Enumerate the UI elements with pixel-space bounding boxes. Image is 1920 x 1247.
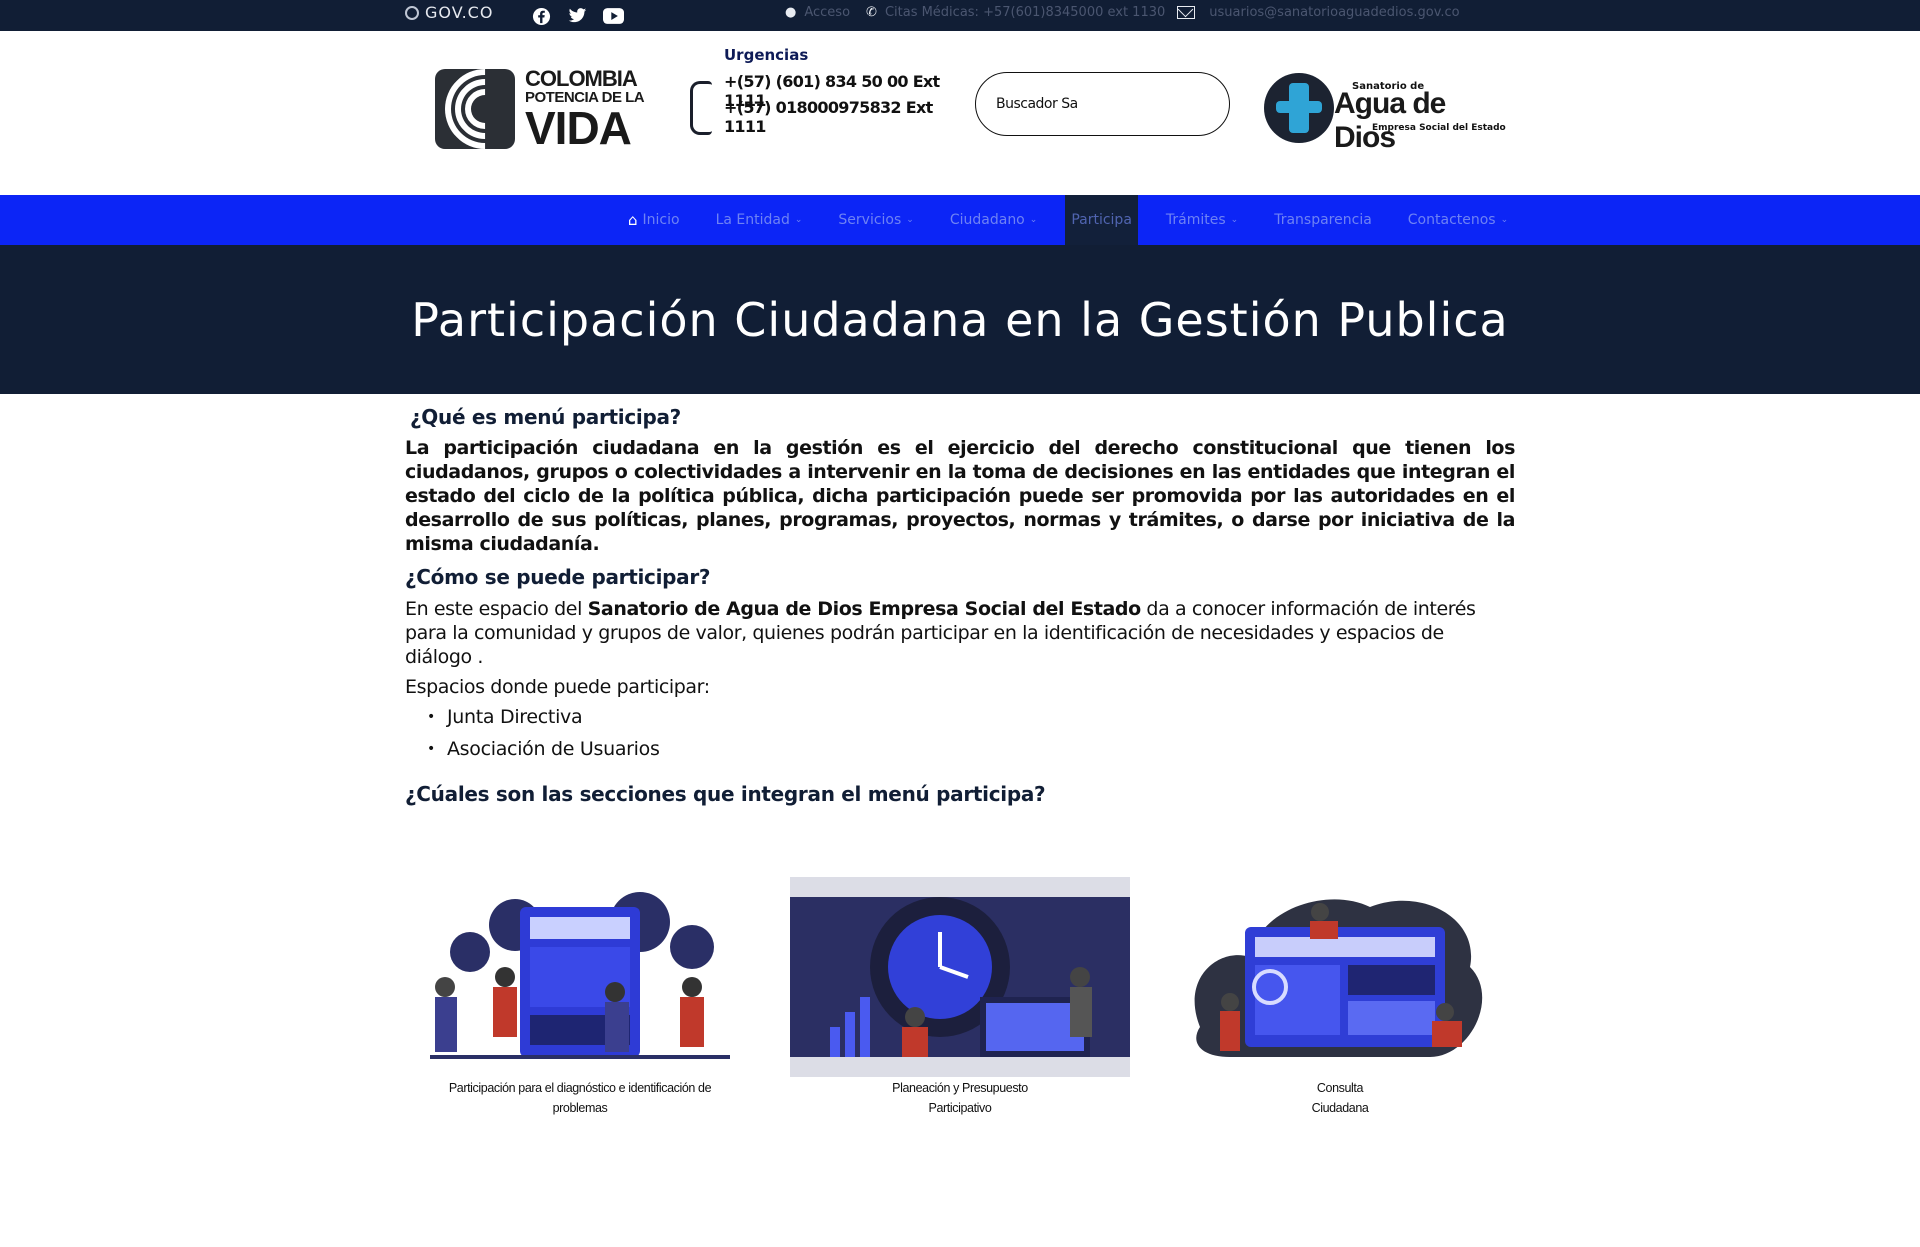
espacios-list: Junta Directiva Asociación de Usuarios [427,706,660,770]
nav-item-ciudadano[interactable]: Ciudadano ⌄ [932,195,1055,245]
social-links [530,5,624,27]
card-diagnostico[interactable]: Participación para el diagnóstico e iden… [410,877,750,1122]
main-nav: ⌂ Inicio La Entidad ⌄ Servicios ⌄ Ciudad… [0,195,1920,245]
colombia-logo-line1: COLOMBIA [525,65,638,91]
nav-label-la-entidad: La Entidad [715,212,790,228]
planeacion-illustration [790,877,1130,1077]
mail-icon [1177,6,1196,19]
nav-label-participa: Participa [1071,212,1132,228]
twitter-icon[interactable] [566,5,588,27]
youtube-icon[interactable] [602,5,624,27]
intro-paragraph: La participación ciudadana en la gestión… [405,437,1515,555]
card-caption: Participación para el diagnóstico e iden… [448,1081,712,1115]
nav-item-tramites[interactable]: Trámites ⌄ [1148,195,1256,245]
search-input[interactable] [996,96,1086,112]
chevron-down-icon: ⌄ [1500,215,1509,225]
nav-label-inicio: Inicio [642,212,680,228]
chevron-down-icon: ⌄ [1230,215,1239,225]
sanatorio-logo[interactable]: Sanatorio de Agua de Dios Empresa Social… [1262,71,1512,154]
question-secciones: ¿Cúales son las secciones que integran e… [405,782,1046,806]
page-hero: Participación Ciudadana en la Gestión Pu… [0,245,1920,394]
list-item[interactable]: Junta Directiva [427,706,660,738]
urgencias-title: Urgencias [724,46,809,64]
colombia-logo-mark-icon [435,69,515,149]
search-box [975,72,1230,136]
govco-label: GOV.CO [425,3,494,22]
home-icon: ⌂ [628,211,638,229]
citas-text: Citas Médicas: +57(601)8345000 ext 1130 [884,5,1166,20]
espacios-heading: Espacios donde puede participar: [405,676,710,698]
nav-label-transparencia: Transparencia [1274,212,1372,228]
top-links: ● Acceso ✆ Citas Médicas: +57(601)834500… [785,5,1460,20]
card-planeacion[interactable]: Planeación y Presupuesto Participativo [790,877,1130,1122]
nav-item-participa[interactable]: Participa [1065,195,1138,245]
chevron-down-icon: ⌄ [906,215,914,225]
card-caption: Planeación y Presupuesto Participativo [892,1081,1028,1115]
phone-handset-icon [690,81,712,135]
chevron-down-icon: ⌄ [794,215,803,225]
access-link[interactable]: Acceso [804,5,850,20]
question-como-participar: ¿Cómo se puede participar? [405,565,711,589]
nav-item-inicio[interactable]: ⌂ Inicio [610,195,698,245]
card-caption: Consulta Ciudadana [1311,1081,1369,1115]
diagnostico-illustration [430,892,730,1059]
nav-label-contactenos: Contactenos [1407,212,1496,228]
chevron-down-icon: ⌄ [1029,215,1038,225]
consulta-illustration [1194,899,1483,1057]
sanatorio-logo-line2: Agua de Dios [1334,87,1446,154]
nav-item-contactenos[interactable]: Contactenos ⌄ [1390,195,1526,245]
sanatorio-logo-line3: Empresa Social del Estado [1372,123,1506,133]
page-title: Participación Ciudadana en la Gestión Pu… [411,293,1509,347]
card-consulta[interactable]: Consulta Ciudadana [1170,877,1510,1122]
question-que-es: ¿Qué es menú participa? [410,405,681,429]
phone-icon: ✆ [866,5,877,20]
govco-seal-icon [405,5,419,20]
participation-paragraph: En este espacio del Sanatorio de Agua de… [405,598,1476,668]
colombia-logo-line3: VIDA [525,101,632,154]
gov-topbar: GOV.CO ● Acceso ✆ Citas Médicas: +57(601… [0,0,1920,31]
nav-item-transparencia[interactable]: Transparencia [1256,195,1390,245]
email-link[interactable]: usuarios@sanatorioaguadedios.gov.co [1209,5,1459,20]
urgencias-phone-2[interactable]: +(57) 018000975832 Ext 1111 [724,98,950,136]
list-item[interactable]: Asociación de Usuarios [427,738,660,770]
sanatorio-emblem-icon [1264,73,1334,143]
govco-link[interactable]: GOV.CO [405,3,493,22]
nav-label-ciudadano: Ciudadano [949,212,1025,228]
user-icon: ● [785,5,797,20]
sanatorio-name: Sanatorio de Agua de Dios Empresa Social… [587,598,1142,620]
facebook-icon[interactable] [530,5,552,27]
nav-item-la-entidad[interactable]: La Entidad ⌄ [698,195,821,245]
nav-item-servicios[interactable]: Servicios ⌄ [820,195,931,245]
nav-label-servicios: Servicios [838,212,902,228]
nav-label-tramites: Trámites [1165,212,1226,228]
site-header: COLOMBIA POTENCIA DE LA VIDA Urgencias +… [0,31,1920,195]
colombia-potencia-logo[interactable]: COLOMBIA POTENCIA DE LA VIDA [435,66,660,152]
